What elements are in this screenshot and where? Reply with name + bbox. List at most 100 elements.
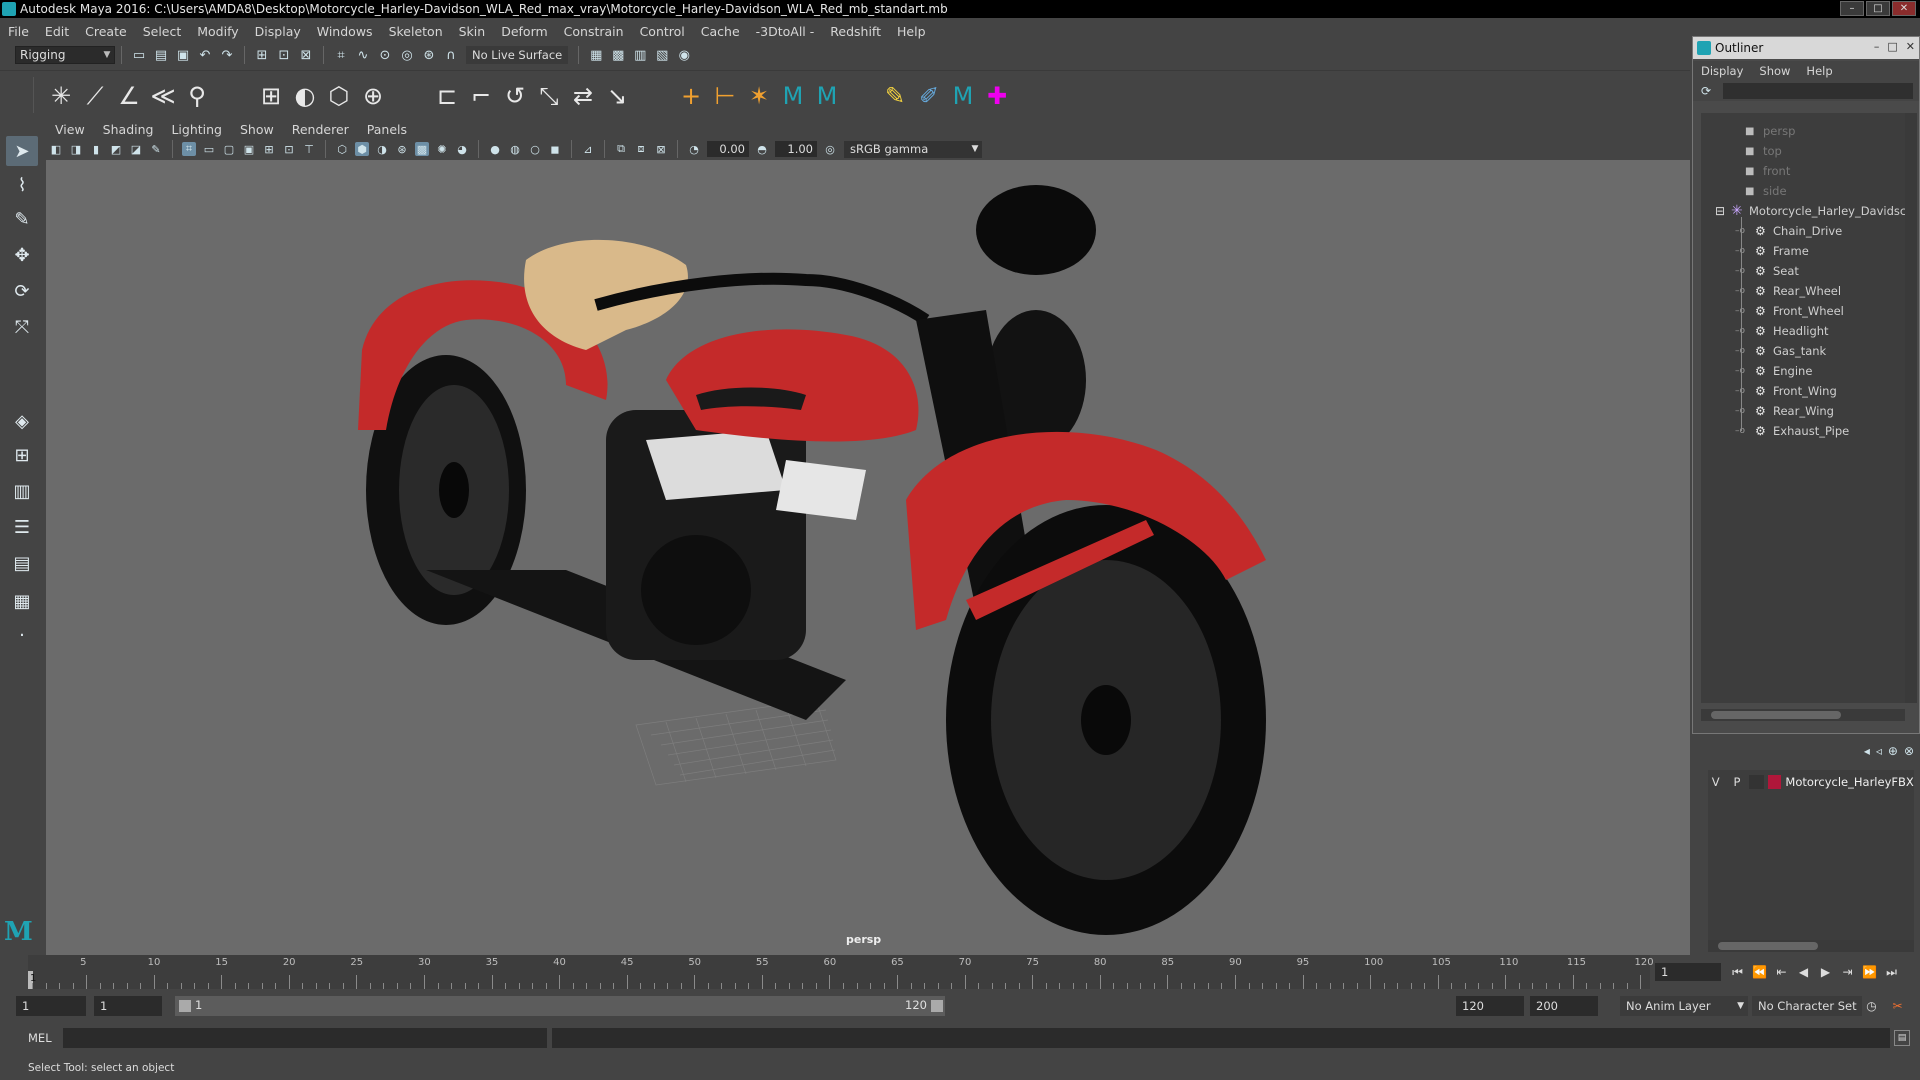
image-plane-icon[interactable]: ◩ bbox=[109, 142, 123, 156]
command-input[interactable] bbox=[63, 1028, 547, 1048]
outliner-menu-show[interactable]: Show bbox=[1751, 64, 1798, 78]
current-frame-field[interactable]: 1 bbox=[1655, 963, 1721, 981]
layer-color-swatch[interactable] bbox=[1767, 775, 1782, 789]
motion-blur-icon[interactable]: ◍ bbox=[508, 142, 522, 156]
gamma-field[interactable]: 1.00 bbox=[775, 141, 817, 157]
maya-script-2-icon[interactable]: M bbox=[812, 81, 842, 111]
grid-toggle-icon[interactable]: ⌗ bbox=[182, 142, 196, 156]
layout-two-icon[interactable]: ▥ bbox=[6, 476, 38, 506]
outliner-item-top[interactable]: ■ top bbox=[1745, 141, 1782, 161]
pole-vector-icon[interactable]: ↘ bbox=[602, 81, 632, 111]
animation-end-field[interactable]: 200 bbox=[1530, 996, 1598, 1016]
outliner-item-rear-wing[interactable]: –o ⚙ Rear_Wing bbox=[1735, 401, 1834, 421]
gamma-icon[interactable]: ◓ bbox=[755, 142, 769, 156]
select-hierarchy-icon[interactable]: ⊞ bbox=[253, 46, 271, 64]
step-forward-key-icon[interactable]: ⇥ bbox=[1838, 963, 1857, 981]
refresh-icon[interactable]: ⟳ bbox=[1701, 84, 1719, 98]
magnet-icon[interactable]: ∩ bbox=[442, 46, 460, 64]
create-joint-icon[interactable]: ✳ bbox=[46, 81, 76, 111]
step-back-key-icon[interactable]: ⇤ bbox=[1772, 963, 1791, 981]
layer-playback-toggle[interactable]: P bbox=[1729, 775, 1744, 789]
xray-joints-icon[interactable]: ⧈ bbox=[634, 142, 648, 156]
script-editor-icon[interactable]: ▤ bbox=[1894, 1030, 1910, 1046]
outliner-item-rear-wheel[interactable]: –o ⚙ Rear_Wheel bbox=[1735, 281, 1841, 301]
playback-start-field[interactable]: 1 bbox=[94, 996, 162, 1016]
panel-menu-panels[interactable]: Panels bbox=[358, 122, 416, 137]
minimize-icon[interactable]: – bbox=[1874, 40, 1880, 53]
animation-start-field[interactable]: 1 bbox=[16, 996, 86, 1016]
menu-set-dropdown[interactable]: Rigging ▼ bbox=[15, 46, 115, 64]
lights-icon[interactable]: ✺ bbox=[435, 142, 449, 156]
snap-view-plane-icon[interactable]: ◎ bbox=[398, 46, 416, 64]
safe-title-icon[interactable]: ⊤ bbox=[302, 142, 316, 156]
play-forwards-icon[interactable]: ▶ bbox=[1816, 963, 1835, 981]
ik-handle-icon[interactable]: ⟋ bbox=[80, 81, 110, 111]
viewport-persp[interactable]: persp bbox=[46, 160, 1690, 955]
layout-stack-icon[interactable]: ☰ bbox=[6, 512, 38, 542]
hypershade-icon[interactable]: ◉ bbox=[675, 46, 693, 64]
menu-3dtoall[interactable]: -3DtoAll - bbox=[748, 24, 823, 39]
isolate-select-icon[interactable]: ⊿ bbox=[581, 142, 595, 156]
aim-constraint-icon[interactable]: ⌐ bbox=[466, 81, 496, 111]
ipr-render-icon[interactable]: ▥ bbox=[631, 46, 649, 64]
new-layer-icon[interactable]: ⊕ bbox=[1888, 744, 1898, 758]
new-layer-selected-icon[interactable]: ⊗ bbox=[1904, 744, 1914, 758]
view-transform-dropdown[interactable]: sRGB gamma ▼ bbox=[844, 140, 982, 158]
field-chart-icon[interactable]: ⊞ bbox=[262, 142, 276, 156]
snap-point-icon[interactable]: ⊙ bbox=[376, 46, 394, 64]
open-scene-icon[interactable]: ▤ bbox=[152, 46, 170, 64]
custom-script-icon[interactable]: ✚ bbox=[982, 81, 1012, 111]
layout-four-icon[interactable]: ⊞ bbox=[6, 440, 38, 470]
menu-redshift[interactable]: Redshift bbox=[822, 24, 889, 39]
outliner-item-front-wing[interactable]: –o ⚙ Front_Wing bbox=[1735, 381, 1837, 401]
outliner-item-persp[interactable]: ■ persp bbox=[1745, 121, 1795, 141]
orient-constraint-icon[interactable]: ↺ bbox=[500, 81, 530, 111]
select-component-icon[interactable]: ⊠ bbox=[297, 46, 315, 64]
gate-mask-icon[interactable]: ▣ bbox=[242, 142, 256, 156]
live-surface-field[interactable]: No Live Surface bbox=[466, 46, 569, 64]
animation-preferences-icon[interactable]: ✂ bbox=[1888, 997, 1907, 1015]
range-start-handle[interactable] bbox=[179, 1000, 191, 1012]
outliner-menu-display[interactable]: Display bbox=[1693, 64, 1751, 78]
bind-skin-icon[interactable]: ⊞ bbox=[256, 81, 286, 111]
outliner-item-front-wheel[interactable]: –o ⚙ Front_Wheel bbox=[1735, 301, 1844, 321]
snap-grid-icon[interactable]: ⌗ bbox=[332, 46, 350, 64]
menu-skeleton[interactable]: Skeleton bbox=[381, 24, 451, 39]
rotate-tool-icon[interactable]: ⟳ bbox=[6, 276, 38, 306]
exposure-field[interactable]: 0.00 bbox=[707, 141, 749, 157]
bookmark-icon[interactable]: ▮ bbox=[89, 142, 103, 156]
go-to-start-icon[interactable]: ⏮ bbox=[1728, 963, 1747, 981]
menu-cache[interactable]: Cache bbox=[693, 24, 748, 39]
layer-visibility-toggle[interactable]: V bbox=[1708, 775, 1723, 789]
snap-curve-icon[interactable]: ∿ bbox=[354, 46, 372, 64]
panel-menu-lighting[interactable]: Lighting bbox=[162, 122, 231, 137]
layout-single-icon[interactable]: ◈ bbox=[6, 406, 38, 436]
shadows-icon[interactable]: ◕ bbox=[455, 142, 469, 156]
camera-attributes-icon[interactable]: ◨ bbox=[69, 142, 83, 156]
lasso-tool-icon[interactable]: ⌇ bbox=[6, 170, 38, 200]
grease-pencil-icon[interactable]: ✎ bbox=[149, 142, 163, 156]
2d-pan-zoom-icon[interactable]: ◪ bbox=[129, 142, 143, 156]
orient-joint-icon[interactable]: ≪ bbox=[148, 81, 178, 111]
default-material-icon[interactable]: ◑ bbox=[375, 142, 389, 156]
wireframe-on-shaded-icon[interactable]: ⊛ bbox=[395, 142, 409, 156]
layout-outliner-icon[interactable]: ▦ bbox=[6, 586, 38, 616]
outliner-item-motorcycle-group[interactable]: ⊟ ✳ Motorcycle_Harley_Davidsc bbox=[1715, 201, 1905, 221]
layer-name[interactable]: Motorcycle_HarleyFBXASC bbox=[1785, 775, 1914, 789]
textured-icon[interactable]: ▩ bbox=[415, 142, 429, 156]
outliner-item-frame[interactable]: –o ⚙ Frame bbox=[1735, 241, 1809, 261]
outliner-item-engine[interactable]: –o ⚙ Engine bbox=[1735, 361, 1812, 381]
outliner-horizontal-scrollbar[interactable] bbox=[1701, 709, 1905, 721]
snap-live-icon[interactable]: ⊛ bbox=[420, 46, 438, 64]
range-end-handle[interactable] bbox=[931, 1000, 943, 1012]
outliner-search-input[interactable] bbox=[1723, 83, 1913, 99]
brush-icon[interactable]: ✐ bbox=[914, 81, 944, 111]
layer-type-toggle[interactable] bbox=[1748, 775, 1764, 789]
render-view-icon[interactable]: ▦ bbox=[587, 46, 605, 64]
move-layer-down-icon[interactable]: ◃ bbox=[1876, 744, 1882, 758]
panel-menu-show[interactable]: Show bbox=[231, 122, 283, 137]
maximize-icon[interactable]: □ bbox=[1866, 1, 1890, 16]
auto-key-icon[interactable]: ◷ bbox=[1862, 997, 1881, 1015]
redo-icon[interactable]: ↷ bbox=[218, 46, 236, 64]
minimize-icon[interactable]: – bbox=[1840, 1, 1864, 16]
